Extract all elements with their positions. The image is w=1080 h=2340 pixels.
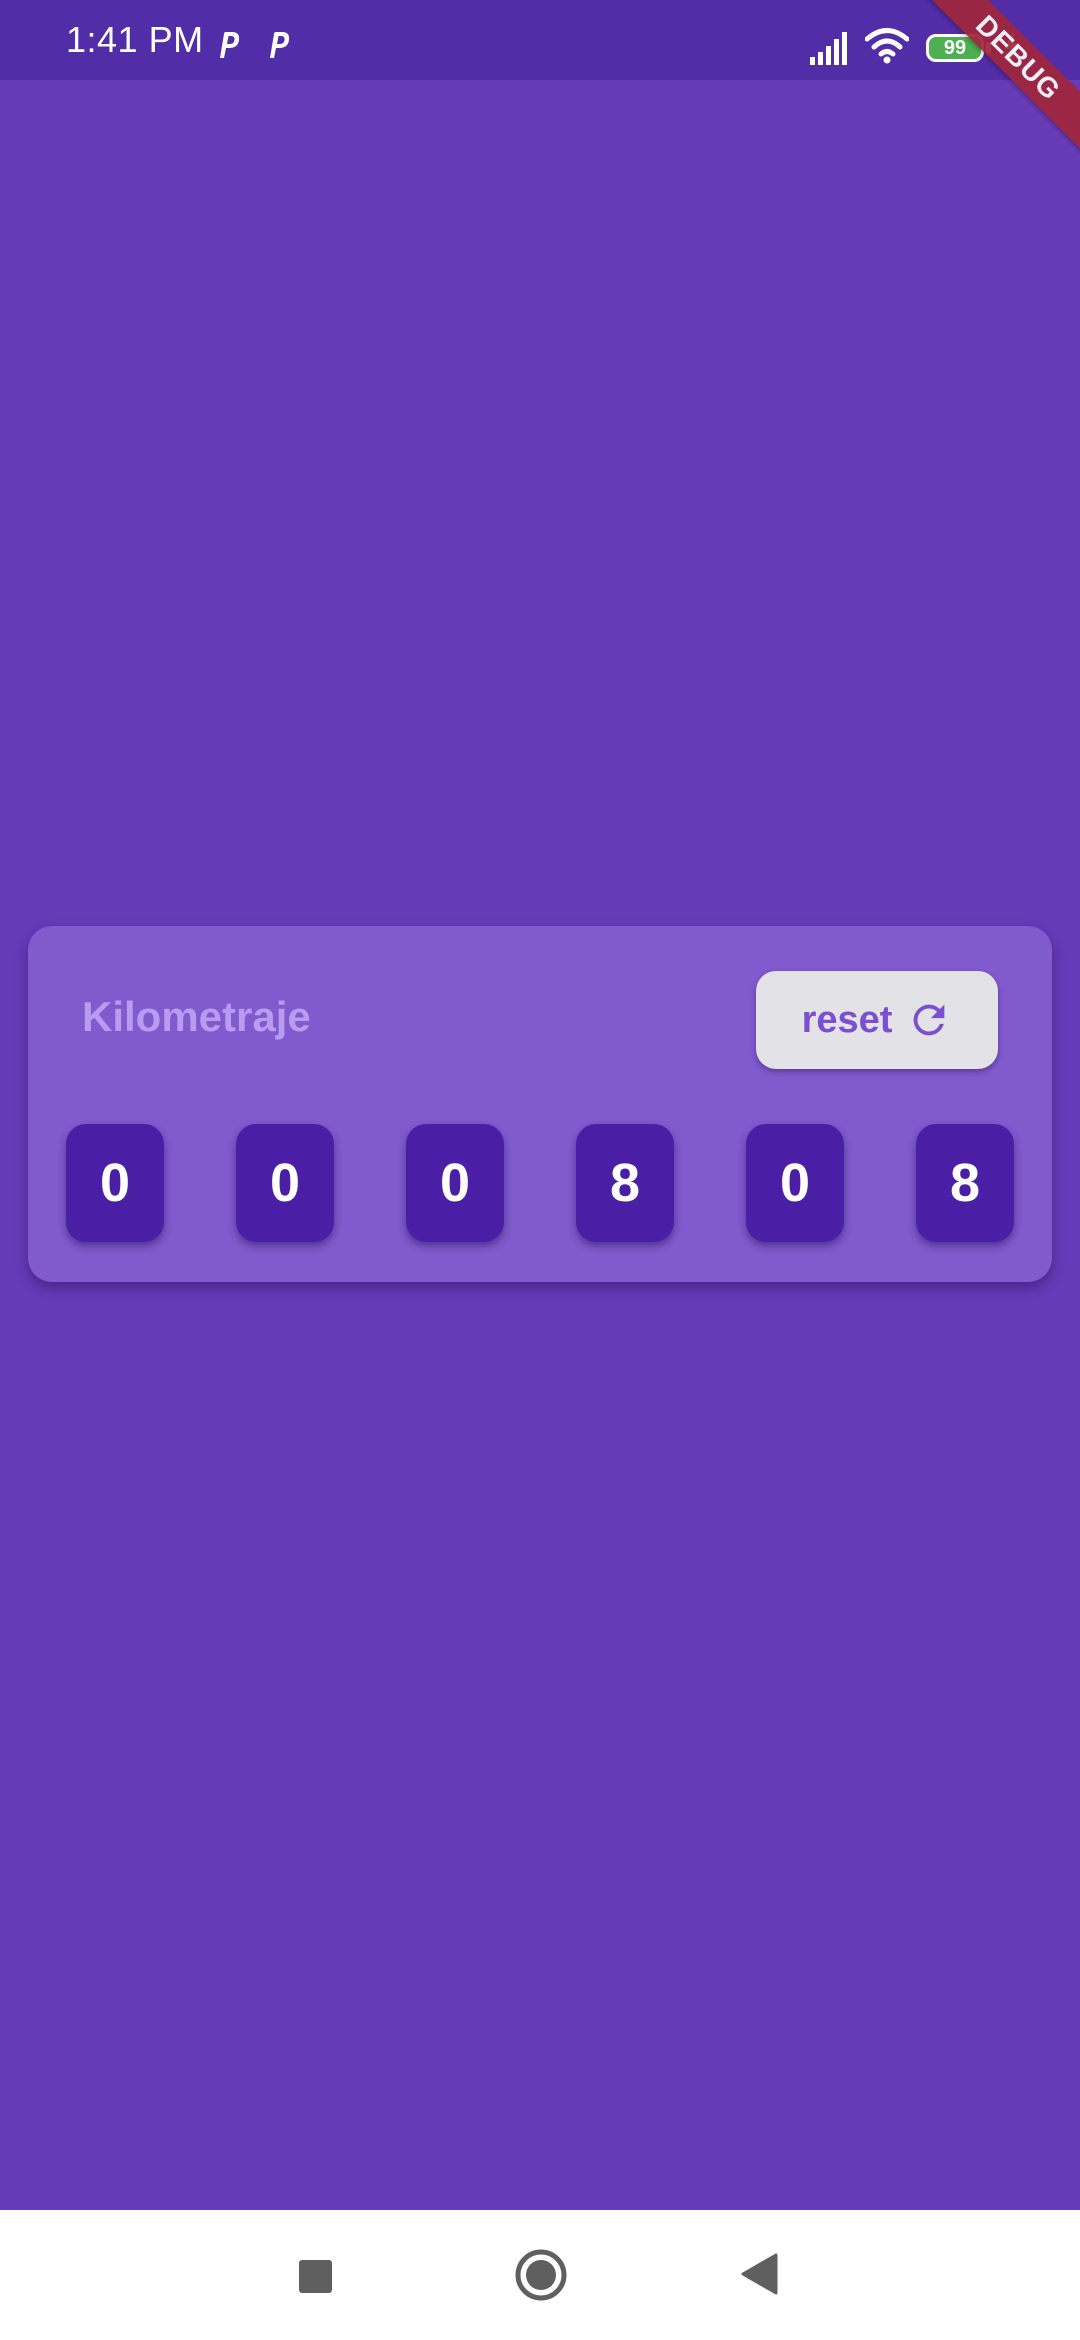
odometer-digits: 0 0 0 8 0 8 [66,1124,1014,1242]
navigation-bar [0,2210,1080,2340]
status-bar: 1:41 PM 99 [0,0,1080,80]
digit-box: 0 [746,1124,844,1242]
reset-label: reset [801,999,893,1041]
digit-box: 0 [236,1124,334,1242]
card-title: Kilometraje [82,993,311,1040]
digit-box: 0 [66,1124,164,1242]
refresh-icon [914,1004,945,1036]
status-time: 1:41 PM [66,19,204,60]
home-icon[interactable] [514,2248,568,2302]
p-app-icon [270,32,290,58]
back-icon[interactable] [740,2252,780,2296]
digit-box: 0 [406,1124,504,1242]
digit-box: 8 [576,1124,674,1242]
digit-box: 8 [916,1124,1014,1242]
odometer-card: Kilometraje reset 0 0 0 8 0 8 [28,926,1052,1282]
recents-icon[interactable] [299,2260,332,2293]
p-app-icon [220,32,240,58]
signal-icon [810,32,847,65]
reset-button[interactable]: reset [756,971,998,1069]
wifi-icon [865,28,909,64]
